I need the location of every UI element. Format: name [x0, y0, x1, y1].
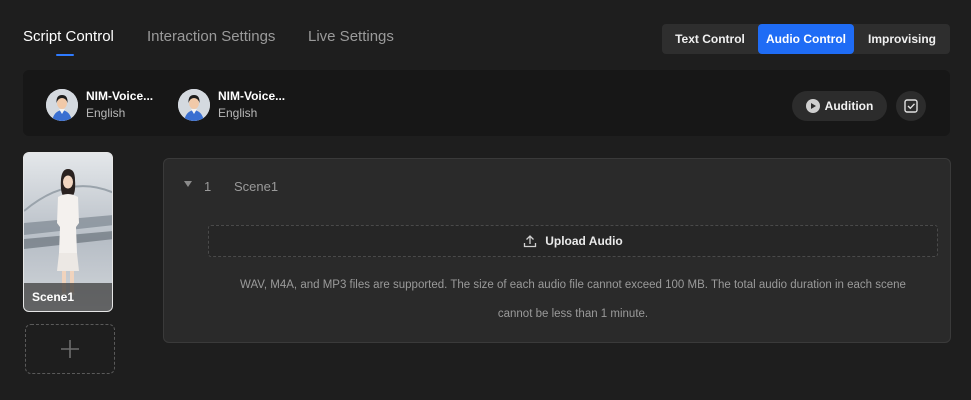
upload-hint-line: cannot be less than 1 minute.: [497, 308, 649, 320]
avatar: [178, 89, 210, 121]
avatar: [46, 89, 78, 121]
tab-interaction-settings[interactable]: Interaction Settings: [147, 28, 275, 45]
audio-control-button[interactable]: Audio Control: [758, 24, 854, 54]
voice-name: NIM-Voice...: [218, 89, 286, 103]
scene-thumbnail-label: Scene1: [24, 283, 112, 311]
voice-item[interactable]: NIM-Voice... English: [178, 88, 285, 122]
upload-audio-button[interactable]: Upload Audio: [208, 225, 938, 257]
tab-script-control[interactable]: Script Control: [23, 28, 114, 45]
caret-down-icon[interactable]: [184, 181, 192, 187]
select-voices-button[interactable]: [896, 91, 926, 121]
add-scene-button[interactable]: [25, 324, 115, 374]
voice-item[interactable]: NIM-Voice... English: [46, 88, 153, 122]
scene-name: Scene1: [234, 179, 279, 194]
play-icon: [805, 99, 820, 113]
improvising-button[interactable]: Improvising: [854, 24, 950, 54]
upload-audio-label: Upload Audio: [545, 234, 623, 248]
voice-name: NIM-Voice...: [86, 89, 154, 103]
active-tab-indicator: [56, 54, 74, 56]
voice-bar: NIM-Voice... English NIM-Voice... Englis…: [23, 70, 950, 136]
voice-language: English: [218, 106, 258, 120]
text-control-button[interactable]: Text Control: [662, 24, 758, 54]
tab-live-settings[interactable]: Live Settings: [308, 28, 394, 45]
scene-number: 1: [204, 179, 212, 194]
audition-button[interactable]: Audition: [792, 91, 887, 121]
audition-label: Audition: [824, 99, 874, 113]
check-square-icon: [904, 99, 918, 113]
voice-language: English: [86, 106, 126, 120]
upload-hint-line: WAV, M4A, and MP3 files are supported. T…: [240, 279, 906, 291]
control-mode-switch: Text Control Audio Control Improvising: [662, 24, 950, 54]
upload-icon: [524, 235, 537, 248]
plus-icon: [61, 340, 79, 358]
upload-hint: WAV, M4A, and MP3 files are supported. T…: [208, 271, 938, 329]
scene-panel: 1 Scene1 Upload Audio WAV, M4A, and MP3 …: [163, 158, 951, 343]
scene-thumbnail[interactable]: Scene1: [23, 152, 113, 312]
